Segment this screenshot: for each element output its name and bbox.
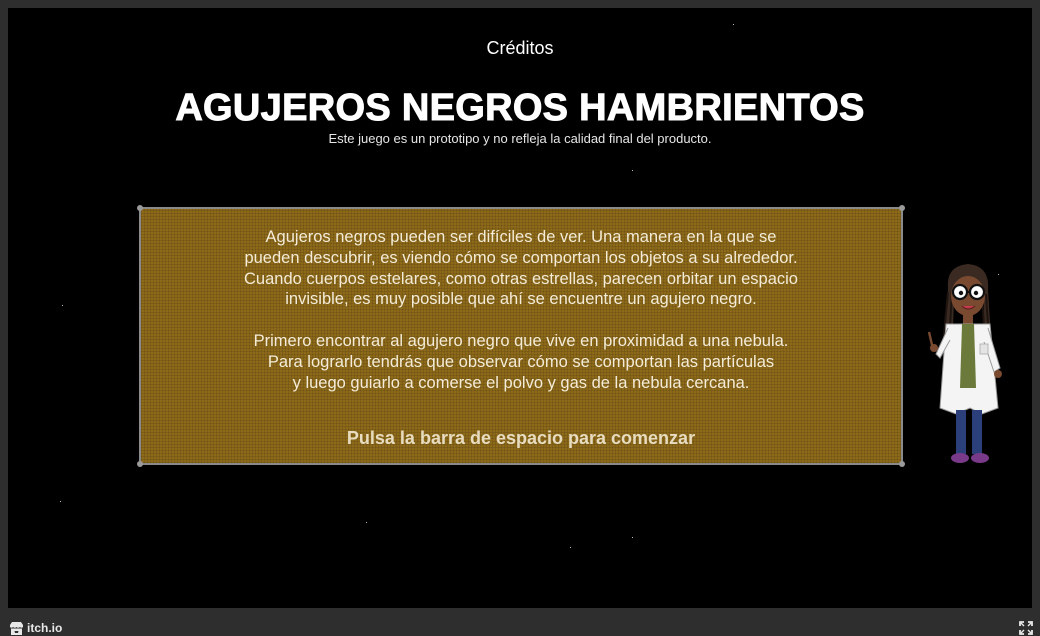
game-canvas[interactable]: Créditos AGUJEROS NEGROS HAMBRIENTOS Est…	[8, 8, 1032, 608]
itch-brand-label: itch.io	[27, 621, 63, 635]
itch-embed-frame: Créditos AGUJEROS NEGROS HAMBRIENTOS Est…	[0, 0, 1040, 636]
game-title: AGUJEROS NEGROS HAMBRIENTOS	[175, 87, 865, 130]
fullscreen-icon[interactable]	[1019, 621, 1033, 635]
instructions-line: invisible, es muy posible que ahí se enc…	[285, 290, 757, 309]
panel-corner	[899, 205, 905, 211]
star	[60, 501, 61, 502]
instructions-line: Cuando cuerpos estelares, como otras est…	[244, 269, 798, 288]
instructions-line: y luego guiarlo a comerse el polvo y gas…	[292, 373, 750, 392]
itch-footer: itch.io	[0, 608, 1040, 636]
panel-corner	[137, 205, 143, 211]
itch-brand-link[interactable]: itch.io	[9, 621, 62, 635]
star	[632, 170, 633, 171]
star	[733, 24, 734, 25]
star	[570, 547, 571, 548]
instructions-line: Para lograrlo tendrás que observar cómo …	[267, 352, 775, 371]
instructions-line: Primero encontrar al agujero negro que v…	[253, 331, 789, 350]
instructions-text: Agujeros negros pueden ser difíciles de …	[141, 227, 901, 393]
star	[632, 537, 633, 538]
start-prompt: Pulsa la barra de espacio para comenzar	[346, 428, 696, 448]
credits-button[interactable]: Créditos	[8, 38, 1032, 59]
panel-corner	[137, 461, 143, 467]
instructions-line: pueden descubrir, es viendo cómo se comp…	[244, 248, 798, 267]
scientist-character	[927, 264, 1002, 463]
itch-icon	[10, 621, 23, 635]
star	[62, 305, 63, 306]
prototype-disclaimer: Este juego es un prototipo y no refleja …	[328, 131, 712, 146]
panel-corner	[899, 461, 905, 467]
star	[366, 522, 367, 523]
instructions-line: Agujeros negros pueden ser difíciles de …	[265, 228, 777, 246]
instructions-panel: Agujeros negros pueden ser difíciles de …	[137, 205, 905, 467]
